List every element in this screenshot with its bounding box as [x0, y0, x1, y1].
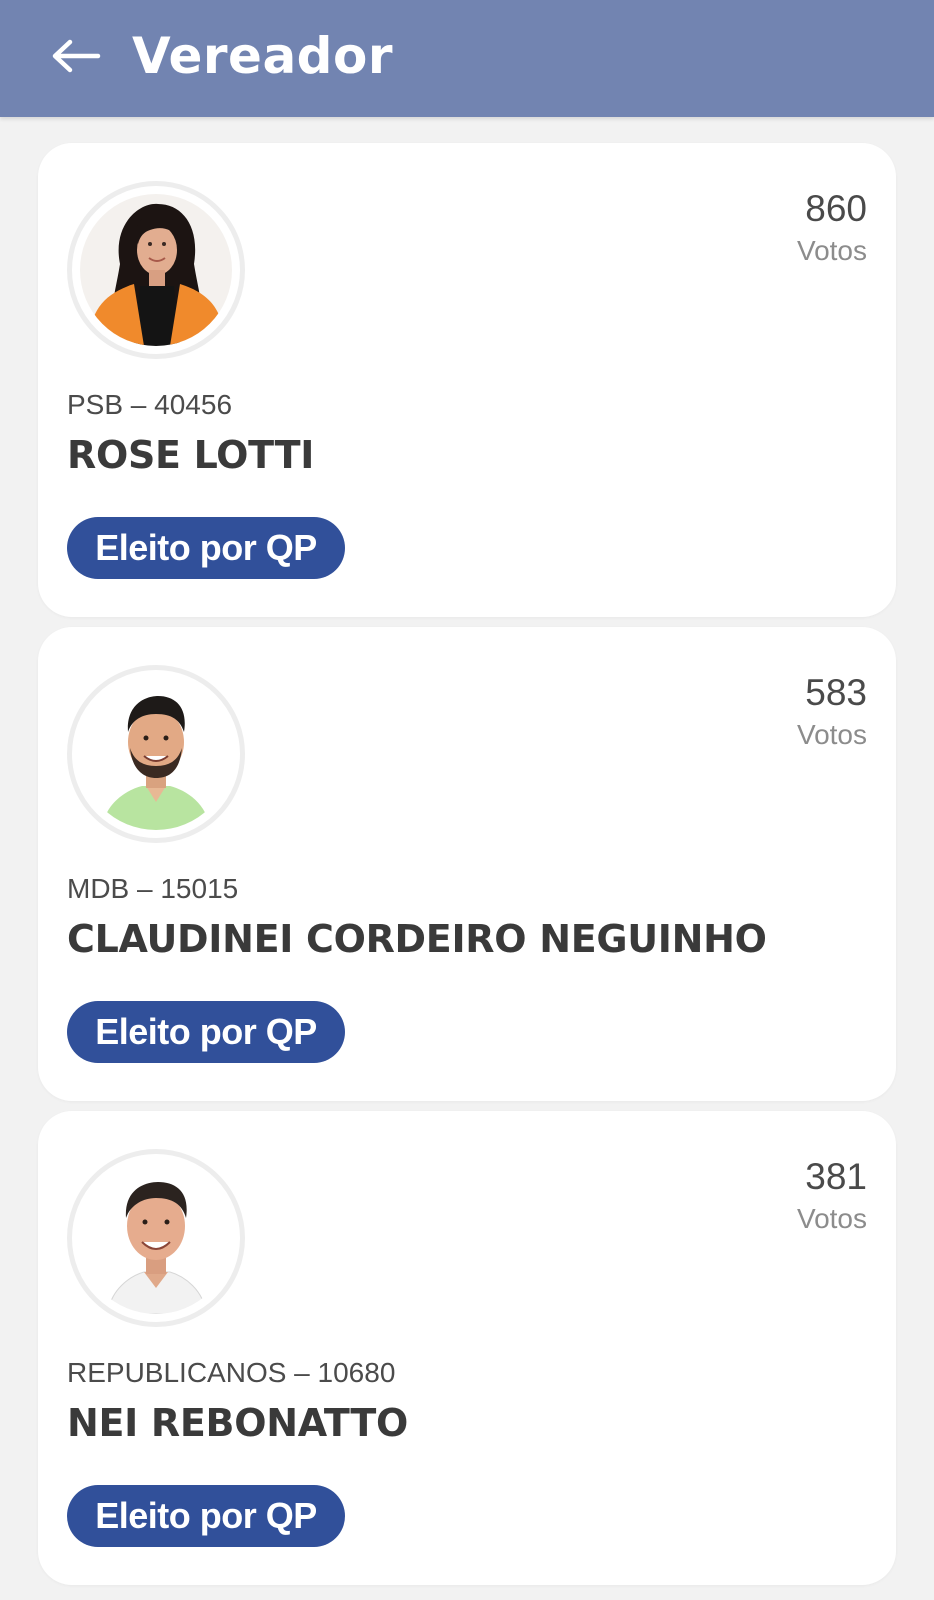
back-button[interactable]	[42, 24, 110, 88]
candidate-name: ROSE LOTTI	[67, 433, 315, 477]
votes-label: Votos	[796, 1203, 867, 1234]
avatar	[67, 1149, 245, 1327]
candidate-card[interactable]: 860 Votos PSB – 40456 ROSE LOTTI Eleito …	[38, 143, 896, 617]
status-badge: Eleito por QP	[67, 1001, 345, 1063]
status-badge: Eleito por QP	[67, 1485, 345, 1547]
votes-count: 381	[805, 1156, 867, 1197]
avatar	[67, 181, 245, 359]
candidate-name: CLAUDINEI CORDEIRO NEGUINHO	[67, 917, 767, 961]
party-number: MDB – 15015	[67, 873, 239, 904]
candidate-photo	[80, 678, 232, 830]
party-number: REPUBLICANOS – 10680	[67, 1357, 396, 1388]
app-header: Vereador	[0, 0, 934, 117]
arrow-left-icon	[52, 39, 101, 73]
candidate-card[interactable]: 381 Votos REPUBLICANOS – 10680 NEI REBON…	[38, 1111, 896, 1585]
votes-label: Votos	[796, 235, 867, 266]
votes-summary: 860 Votos	[797, 187, 867, 271]
votes-summary: 381 Votos	[797, 1155, 867, 1239]
status-badge: Eleito por QP	[67, 517, 345, 579]
votes-count: 583	[805, 672, 867, 713]
candidate-card[interactable]: 583 Votos MDB – 15015 CLAUDINEI CORDEIRO…	[38, 627, 896, 1101]
avatar	[67, 665, 245, 843]
page-title: Vereador	[132, 27, 393, 85]
votes-count: 860	[805, 188, 867, 229]
candidate-photo	[80, 1162, 232, 1314]
votes-label: Votos	[796, 719, 867, 750]
votes-summary: 583 Votos	[797, 671, 867, 755]
candidate-name: NEI REBONATTO	[67, 1401, 408, 1445]
app-screen: Vereador 860 Votos PSB – 40456 ROSE LOTT…	[0, 0, 934, 1600]
party-number: PSB – 40456	[67, 389, 233, 420]
candidate-photo	[80, 194, 232, 346]
